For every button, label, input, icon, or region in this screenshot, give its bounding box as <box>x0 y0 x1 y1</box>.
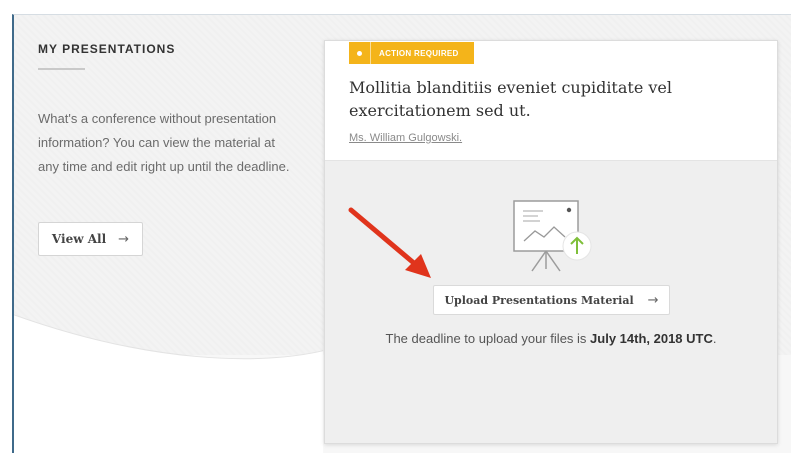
arrow-right-icon: → <box>118 231 130 247</box>
arrow-right-icon: → <box>647 292 659 308</box>
status-dot-icon <box>349 42 371 64</box>
presentation-board-icon <box>513 200 592 272</box>
upload-material-button[interactable]: Upload Presentations Material → <box>433 285 670 315</box>
deadline-date: July 14th, 2018 UTC <box>590 331 713 346</box>
section-description: What's a conference without presentation… <box>38 111 290 174</box>
upload-arrow-icon <box>562 231 592 261</box>
title-underline <box>38 68 85 70</box>
presenter-link[interactable]: Ms. William Gulgowski. <box>349 132 462 144</box>
badge-label: ACTION REQUIRED <box>379 48 459 58</box>
section-title: MY PRESENTATIONS <box>38 42 176 56</box>
upload-material-label: Upload Presentations Material <box>444 293 634 307</box>
deadline-text: The deadline to upload your files is Jul… <box>325 331 777 346</box>
view-all-label: View All <box>51 232 107 246</box>
view-all-button[interactable]: View All → <box>38 222 143 256</box>
action-required-badge: ACTION REQUIRED <box>349 42 474 64</box>
red-pointer-arrow-icon <box>348 207 431 278</box>
deadline-suffix: . <box>712 331 717 346</box>
card-header: ACTION REQUIRED Mollitia blanditiis even… <box>325 41 777 161</box>
presentation-title: Mollitia blanditiis eveniet cupiditate v… <box>349 78 673 120</box>
deadline-prefix: The deadline to upload your files is <box>385 331 591 346</box>
